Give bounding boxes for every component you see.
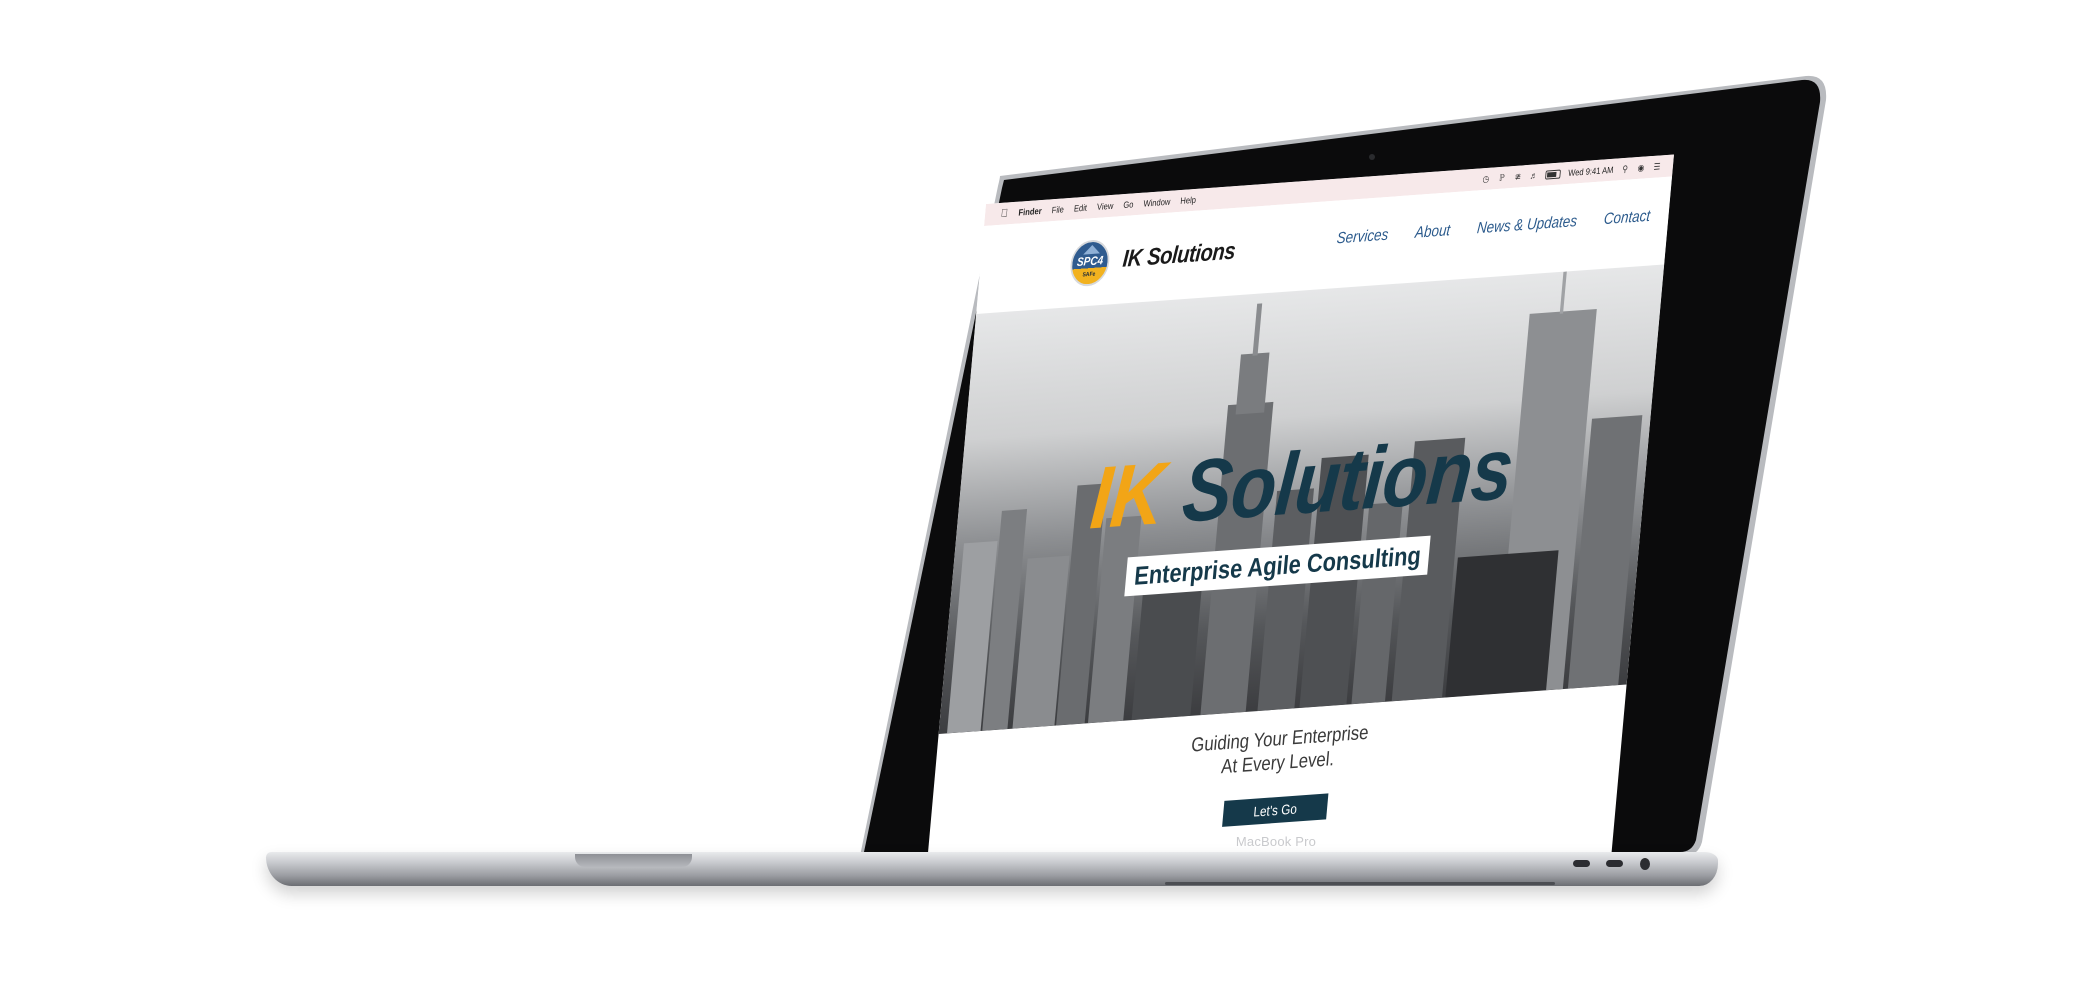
laptop-base <box>266 852 1718 886</box>
menu-help[interactable]: Help <box>1180 195 1196 206</box>
laptop-opening-notch <box>575 854 692 867</box>
menu-finder[interactable]: Finder <box>1018 206 1042 218</box>
headphone-jack <box>1640 858 1650 870</box>
lets-go-button[interactable]: Let's Go <box>1222 793 1329 827</box>
bluetooth-icon[interactable]: ℙ <box>1497 172 1506 184</box>
logo-badge-subtext: SAFe <box>1082 271 1096 279</box>
skyline-tower-upper <box>1235 352 1270 415</box>
nav-about[interactable]: About <box>1414 222 1451 243</box>
menu-bar-clock[interactable]: Wed 9:41 AM <box>1568 165 1614 178</box>
macbook-model-label: MacBook Pro <box>1235 834 1317 849</box>
search-icon[interactable]: ⚲ <box>1620 163 1629 175</box>
site-nav: Services About News & Updates Contact <box>1336 208 1651 249</box>
menu-window[interactable]: Window <box>1143 197 1171 209</box>
siri-icon[interactable]: ◉ <box>1636 162 1645 174</box>
laptop-hinge-shadow <box>1165 882 1555 885</box>
time-machine-icon[interactable]: ◷ <box>1481 173 1490 185</box>
hero-title-accent: IK <box>1087 443 1169 548</box>
wifi-icon[interactable]: ≇ <box>1513 171 1522 183</box>
nav-news-updates[interactable]: News & Updates <box>1476 213 1578 238</box>
skyline-building <box>1445 550 1559 698</box>
volume-icon[interactable]: ♬ <box>1529 170 1538 181</box>
laptop-screen:  Finder File Edit View Go Window Help ◷… <box>922 154 1674 913</box>
nav-services[interactable]: Services <box>1336 227 1389 249</box>
logo-badge-text: SPC4 <box>1076 253 1104 270</box>
spc4-safe-badge-logo[interactable]: SPC4 SAFe <box>1068 238 1112 288</box>
notification-center-icon[interactable]: ☰ <box>1652 161 1661 173</box>
battery-icon[interactable] <box>1545 169 1562 180</box>
skyline-skyscraper-spire <box>1559 271 1567 314</box>
menu-view[interactable]: View <box>1097 201 1114 212</box>
menu-go[interactable]: Go <box>1123 199 1134 210</box>
apple-icon[interactable]:  <box>1000 207 1009 220</box>
brand-name-link[interactable]: IK Solutions <box>1121 238 1237 274</box>
usb-c-port <box>1606 860 1623 867</box>
stage:  Finder File Edit View Go Window Help ◷… <box>0 0 2089 985</box>
nav-contact[interactable]: Contact <box>1603 208 1651 229</box>
menu-edit[interactable]: Edit <box>1074 203 1088 214</box>
menu-file[interactable]: File <box>1051 204 1064 215</box>
skyline-tower-spire <box>1252 303 1263 356</box>
usb-c-port <box>1573 860 1590 867</box>
hero-banner: IK Solutions Enterprise Agile Consulting <box>938 264 1665 734</box>
camera-dot <box>1369 154 1375 160</box>
